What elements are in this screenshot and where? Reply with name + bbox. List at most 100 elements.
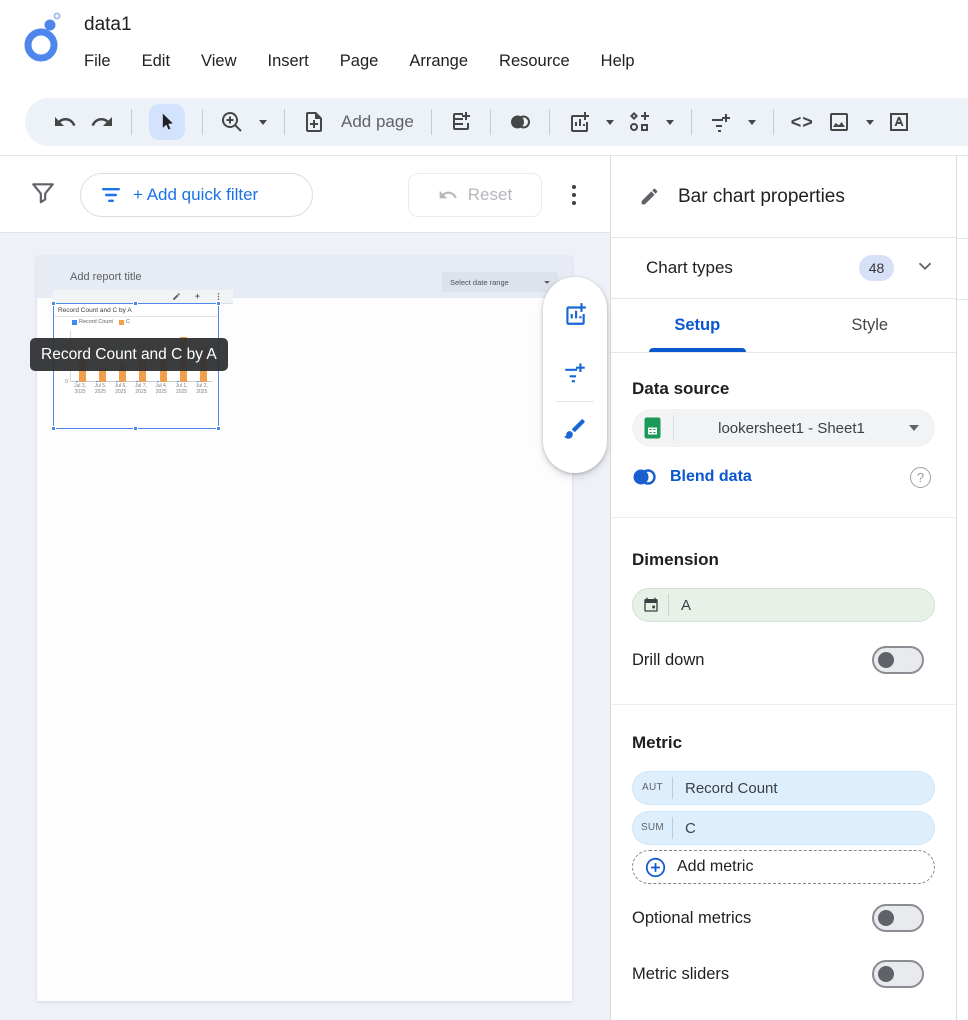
selection-handle[interactable] — [216, 426, 221, 431]
menu-arrange[interactable]: Arrange — [409, 52, 468, 71]
menu-resource[interactable]: Resource — [499, 52, 570, 71]
chevron-down-icon[interactable] — [914, 255, 936, 282]
widget-edit-pencil-icon[interactable] — [172, 292, 181, 301]
menu-insert[interactable]: Insert — [268, 52, 309, 71]
looker-studio-logo-icon[interactable] — [22, 12, 66, 64]
section-divider — [611, 517, 956, 518]
menu-edit[interactable]: Edit — [142, 52, 170, 71]
metric-heading: Metric — [632, 733, 935, 753]
add-quick-filter-button[interactable]: + Add quick filter — [80, 173, 313, 217]
optional-metrics-toggle[interactable] — [872, 904, 924, 932]
menu-view[interactable]: View — [201, 52, 236, 71]
date-range-control[interactable]: Select date range — [442, 272, 558, 292]
toolbar-divider — [431, 109, 432, 135]
selection-handle[interactable] — [51, 301, 56, 306]
menu-help[interactable]: Help — [601, 52, 635, 71]
panel-body: Data source lookersheet1 - Sheet1 Blend … — [611, 379, 956, 988]
zoom-dropdown-caret[interactable] — [259, 120, 267, 125]
add-chart-caret[interactable] — [606, 120, 614, 125]
mini-xlabels: Jul 3,2025Jul 5,2025Jul 6,2025Jul 7,2025… — [70, 383, 212, 395]
toolbar-divider — [284, 109, 285, 135]
community-visualizations-icon[interactable] — [627, 110, 651, 134]
tab-setup[interactable]: Setup — [611, 299, 784, 352]
selection-handle[interactable] — [216, 301, 221, 306]
select-cursor-tool[interactable] — [149, 104, 185, 140]
panel-tabs: Setup Style — [611, 299, 956, 353]
text-box-icon[interactable] — [887, 110, 911, 134]
selection-handle[interactable] — [51, 426, 56, 431]
dimension-field-chip[interactable]: A — [632, 588, 935, 622]
selection-handle[interactable] — [133, 301, 138, 306]
add-page-icon[interactable] — [302, 110, 326, 134]
reset-label: Reset — [468, 185, 512, 205]
widget-more-menu-icon[interactable] — [214, 292, 223, 301]
properties-pencil-icon — [639, 186, 660, 207]
menu-file[interactable]: File — [84, 52, 111, 71]
help-icon[interactable]: ? — [910, 467, 931, 488]
dimension-field-name: A — [681, 597, 691, 614]
image-icon[interactable] — [827, 110, 851, 134]
main-area: + Add quick filter Reset Add report titl… — [0, 155, 968, 1020]
toolbar-divider — [202, 109, 203, 135]
fab-add-control-icon[interactable] — [562, 359, 588, 385]
drill-down-toggle[interactable] — [872, 646, 924, 674]
drill-down-label: Drill down — [632, 651, 872, 670]
add-chart-icon[interactable] — [567, 110, 591, 134]
fab-add-chart-icon[interactable] — [562, 301, 588, 327]
toggle-knob — [878, 652, 894, 668]
chart-types-row[interactable]: Chart types 48 — [611, 238, 956, 299]
add-control-caret[interactable] — [748, 120, 756, 125]
data-source-select[interactable]: lookersheet1 - Sheet1 — [632, 409, 935, 447]
filter-funnel-icon[interactable] — [30, 180, 56, 206]
widget-sparkle-icon[interactable] — [193, 292, 202, 301]
metric-field-chip[interactable]: SUM C — [632, 811, 935, 845]
metric-field-chip[interactable]: AUT Record Count — [632, 771, 935, 805]
add-metric-label: Add metric — [677, 858, 753, 876]
image-caret[interactable] — [866, 120, 874, 125]
filter-bar: + Add quick filter Reset — [0, 156, 610, 233]
section-divider — [611, 704, 956, 705]
fab-divider — [556, 401, 594, 402]
chart-tooltip: Record Count and C by A — [30, 338, 228, 371]
undo-icon[interactable] — [53, 110, 77, 134]
google-sheets-icon — [632, 415, 674, 441]
optional-metrics-row: Optional metrics — [632, 904, 935, 932]
filter-bar-more-menu[interactable] — [565, 178, 583, 212]
zoom-tool-icon[interactable] — [220, 110, 244, 134]
tab-style[interactable]: Style — [784, 299, 957, 352]
add-page-label[interactable]: Add page — [341, 112, 414, 132]
toolbar-divider — [490, 109, 491, 135]
metric-sliders-row: Metric sliders — [632, 960, 935, 988]
url-embed-icon[interactable]: <> — [791, 112, 814, 133]
toolbar-divider — [131, 109, 132, 135]
panel-header: Bar chart properties — [611, 156, 956, 238]
floating-action-pill — [543, 277, 607, 473]
add-metric-button[interactable]: Add metric — [632, 850, 935, 884]
metric-sliders-toggle[interactable] — [872, 960, 924, 988]
document-title[interactable]: data1 — [84, 14, 132, 36]
add-data-icon[interactable] — [449, 110, 473, 134]
fab-theme-brush-icon[interactable] — [562, 416, 588, 442]
blend-data-link[interactable]: Blend data — [670, 468, 897, 486]
plus-circle-icon — [645, 857, 666, 878]
metric-sliders-label: Metric sliders — [632, 965, 872, 984]
metric-field-name: Record Count — [685, 780, 778, 797]
selection-handle[interactable] — [133, 426, 138, 431]
reset-button[interactable]: Reset — [408, 173, 542, 217]
toolbar-divider — [773, 109, 774, 135]
redo-icon[interactable] — [90, 110, 114, 134]
aggregation-tag[interactable]: AUT — [633, 777, 673, 799]
dimension-heading: Dimension — [632, 550, 935, 570]
left-workspace: + Add quick filter Reset Add report titl… — [0, 156, 610, 1020]
blend-data-icon[interactable] — [508, 110, 532, 134]
report-canvas[interactable]: Add report title Select date range — [0, 233, 610, 1020]
report-title-placeholder[interactable]: Add report title — [70, 271, 142, 283]
blend-data-icon — [632, 466, 657, 488]
toolbar: Add page <> — [25, 98, 968, 146]
collapsed-data-panel-strip[interactable] — [956, 156, 968, 1020]
aggregation-tag[interactable]: SUM — [633, 817, 673, 839]
menu-page[interactable]: Page — [340, 52, 379, 71]
add-control-icon[interactable] — [709, 110, 733, 134]
chart-types-count-badge: 48 — [859, 255, 894, 281]
community-viz-caret[interactable] — [666, 120, 674, 125]
